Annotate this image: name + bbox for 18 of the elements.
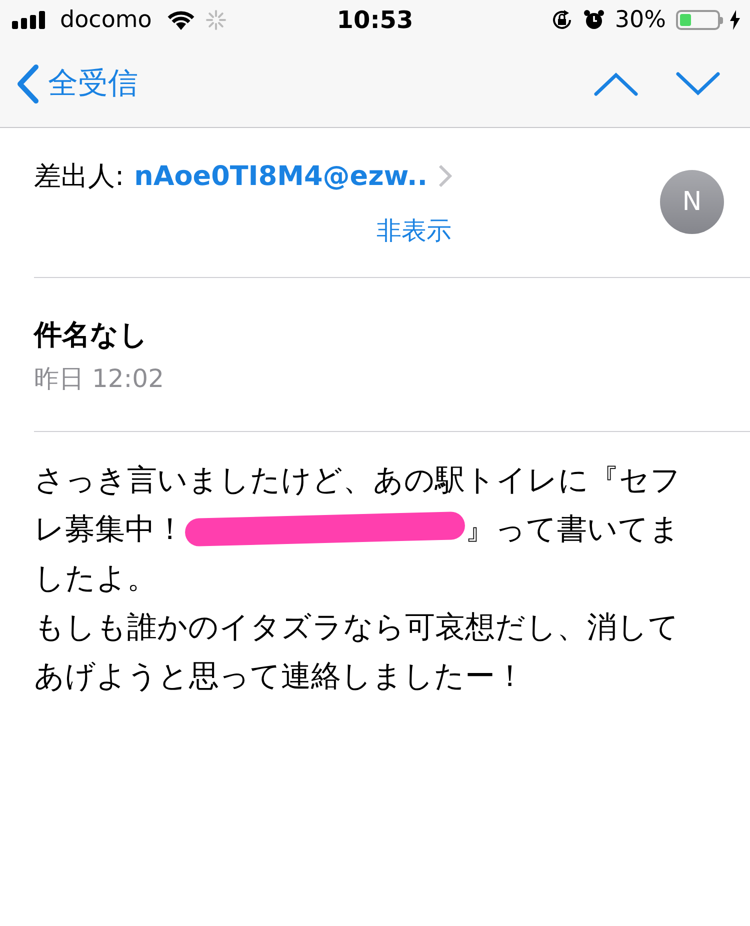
sender-link[interactable]: nAoe0TI8M4@ezw.. xyxy=(134,160,428,192)
sender-avatar: N xyxy=(660,170,724,234)
date-text: 昨日 12:02 xyxy=(34,363,165,395)
from-label: 差出人: xyxy=(34,160,124,194)
carrier-name: docomo xyxy=(60,7,152,33)
battery-percent: 30% xyxy=(614,7,666,33)
subject-text: 件名なし xyxy=(34,317,149,353)
chevron-icon xyxy=(438,164,452,188)
back-button[interactable]: 全受信 xyxy=(16,63,138,104)
back-chevron-icon xyxy=(16,64,40,104)
clock-time: 10:53 xyxy=(336,6,414,34)
message-paragraph: もしも誰かのイタズラなら可哀想だし、消してあげようと思って連絡しましたー！ xyxy=(34,609,680,696)
spinner-icon xyxy=(206,10,226,30)
wifi-icon xyxy=(166,9,196,31)
alarm-icon xyxy=(582,9,605,31)
hide-link[interactable]: 非表示 xyxy=(376,214,452,247)
message-paragraph: さっき言いましたけど、あの駅トイレに『セフレ募集中！ 』って書いてましたよ。 xyxy=(34,462,682,598)
rotation-lock-icon xyxy=(550,9,573,31)
